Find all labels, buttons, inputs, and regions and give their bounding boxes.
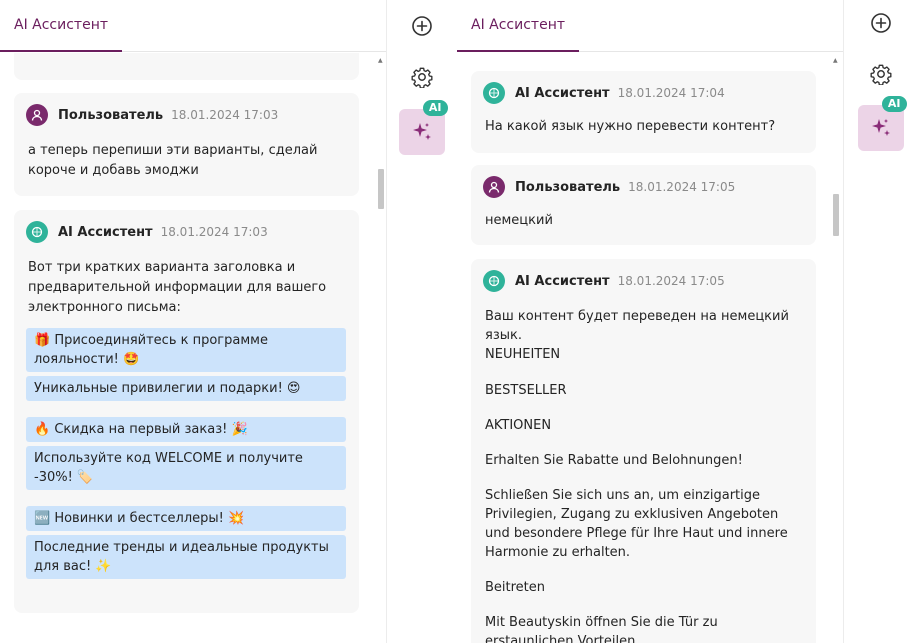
tab-ai-assistant[interactable]: AI Ассистент [0, 0, 123, 52]
message-paragraph: AKTIONEN [485, 418, 552, 433]
message-time: 18.01.2024 17:03 [171, 108, 279, 122]
message-time: 18.01.2024 17:04 [617, 86, 725, 100]
add-chat-button[interactable] [867, 9, 895, 37]
chat-panel-right: AI Ассистент AI Ассистент 18.01.2024 17:… [457, 0, 843, 643]
scrollbar-thumb[interactable] [378, 169, 384, 209]
gear-icon [870, 64, 891, 85]
ai-badge: AI [881, 96, 907, 112]
scroll-up-icon[interactable]: ▲ [378, 57, 383, 64]
message-previous [14, 53, 359, 80]
message-paragraph: Beitreten [485, 580, 546, 595]
message-paragraph: Schließen Sie sich uns an, um einzigarti… [485, 488, 788, 560]
suggestion-chip: 🎁 Присоединяйтесь к программе лояльности… [26, 328, 346, 372]
add-chat-button[interactable] [408, 12, 436, 40]
add-circle-icon [411, 16, 432, 36]
message-paragraph: BESTSELLER [485, 383, 567, 398]
tab-header: AI Ассистент [0, 0, 386, 52]
gear-icon [411, 67, 432, 88]
scroll-up-icon[interactable]: ▲ [833, 57, 838, 64]
message-text: немецкий [485, 213, 553, 228]
user-avatar-icon [483, 176, 505, 198]
message-ai: AI Ассистент 18.01.2024 17:03 Вот три кр… [14, 210, 359, 613]
scrollbar[interactable]: ▲ [831, 53, 841, 643]
side-rail-right: AI [843, 0, 917, 643]
message-text: а теперь перепиши эти варианты, сделай к… [28, 143, 318, 178]
message-author: AI Ассистент [515, 273, 610, 289]
scrollbar-thumb[interactable] [833, 194, 839, 236]
message-time: 18.01.2024 17:03 [160, 225, 268, 239]
message-author: Пользователь [515, 179, 621, 195]
ai-badge: AI [422, 100, 448, 116]
add-circle-icon [870, 13, 891, 33]
message-user: Пользователь 18.01.2024 17:05 немецкий [471, 165, 816, 245]
message-list[interactable]: AI Ассистент 18.01.2024 17:04 На какой я… [457, 53, 843, 643]
message-time: 18.01.2024 17:05 [628, 180, 736, 194]
message-paragraph: Mit Beautyskin öffnen Sie die Tür zu ers… [485, 615, 718, 643]
message-author: AI Ассистент [58, 224, 153, 240]
message-author: Пользователь [58, 107, 164, 123]
message-paragraph: Ваш контент будет переведен на немецкий … [485, 309, 789, 362]
message-ai: AI Ассистент 18.01.2024 17:05 Ваш контен… [471, 259, 816, 643]
message-author: AI Ассистент [515, 85, 610, 101]
message-user: Пользователь 18.01.2024 17:03 а теперь п… [14, 93, 359, 196]
ai-avatar-icon [26, 221, 48, 243]
user-avatar-icon [26, 104, 48, 126]
ai-assistant-button[interactable]: AI [398, 100, 448, 155]
message-paragraph: Erhalten Sie Rabatte und Belohnungen! [485, 453, 743, 468]
message-ai: AI Ассистент 18.01.2024 17:04 На какой я… [471, 71, 816, 153]
ai-assistant-button[interactable]: AI [857, 96, 907, 151]
sparkle-icon [871, 119, 890, 136]
tab-ai-assistant[interactable]: AI Ассистент [457, 0, 580, 52]
scrollbar[interactable]: ▲ [376, 53, 386, 643]
settings-button[interactable] [867, 60, 895, 88]
message-time: 18.01.2024 17:05 [617, 274, 725, 288]
message-intro: Вот три кратких варианта заголовка и пре… [28, 260, 327, 315]
ai-avatar-icon [483, 82, 505, 104]
message-text: На какой язык нужно перевести контент? [485, 119, 776, 134]
suggestion-chip: Уникальные привилегии и подарки! 😍 [26, 376, 346, 401]
message-list[interactable]: Пользователь 18.01.2024 17:03 а теперь п… [0, 53, 386, 643]
tab-header: AI Ассистент [457, 0, 843, 52]
suggestion-chip: Используйте код WELCOME и получите -30%!… [26, 446, 346, 490]
side-rail-left: AI [386, 0, 456, 643]
settings-button[interactable] [408, 63, 436, 91]
suggestion-chip: 🆕 Новинки и бестселлеры! 💥 [26, 506, 346, 531]
ai-avatar-icon [483, 270, 505, 292]
suggestion-chip: Последние тренды и идеальные продукты дл… [26, 535, 346, 579]
chat-panel-left: AI Ассистент Пользователь 18.01.2024 17:… [0, 0, 386, 643]
app-root: AI Ассистент Пользователь 18.01.2024 17:… [0, 0, 917, 643]
sparkle-icon [412, 123, 431, 140]
suggestion-chip: 🔥 Скидка на первый заказ! 🎉 [26, 417, 346, 442]
